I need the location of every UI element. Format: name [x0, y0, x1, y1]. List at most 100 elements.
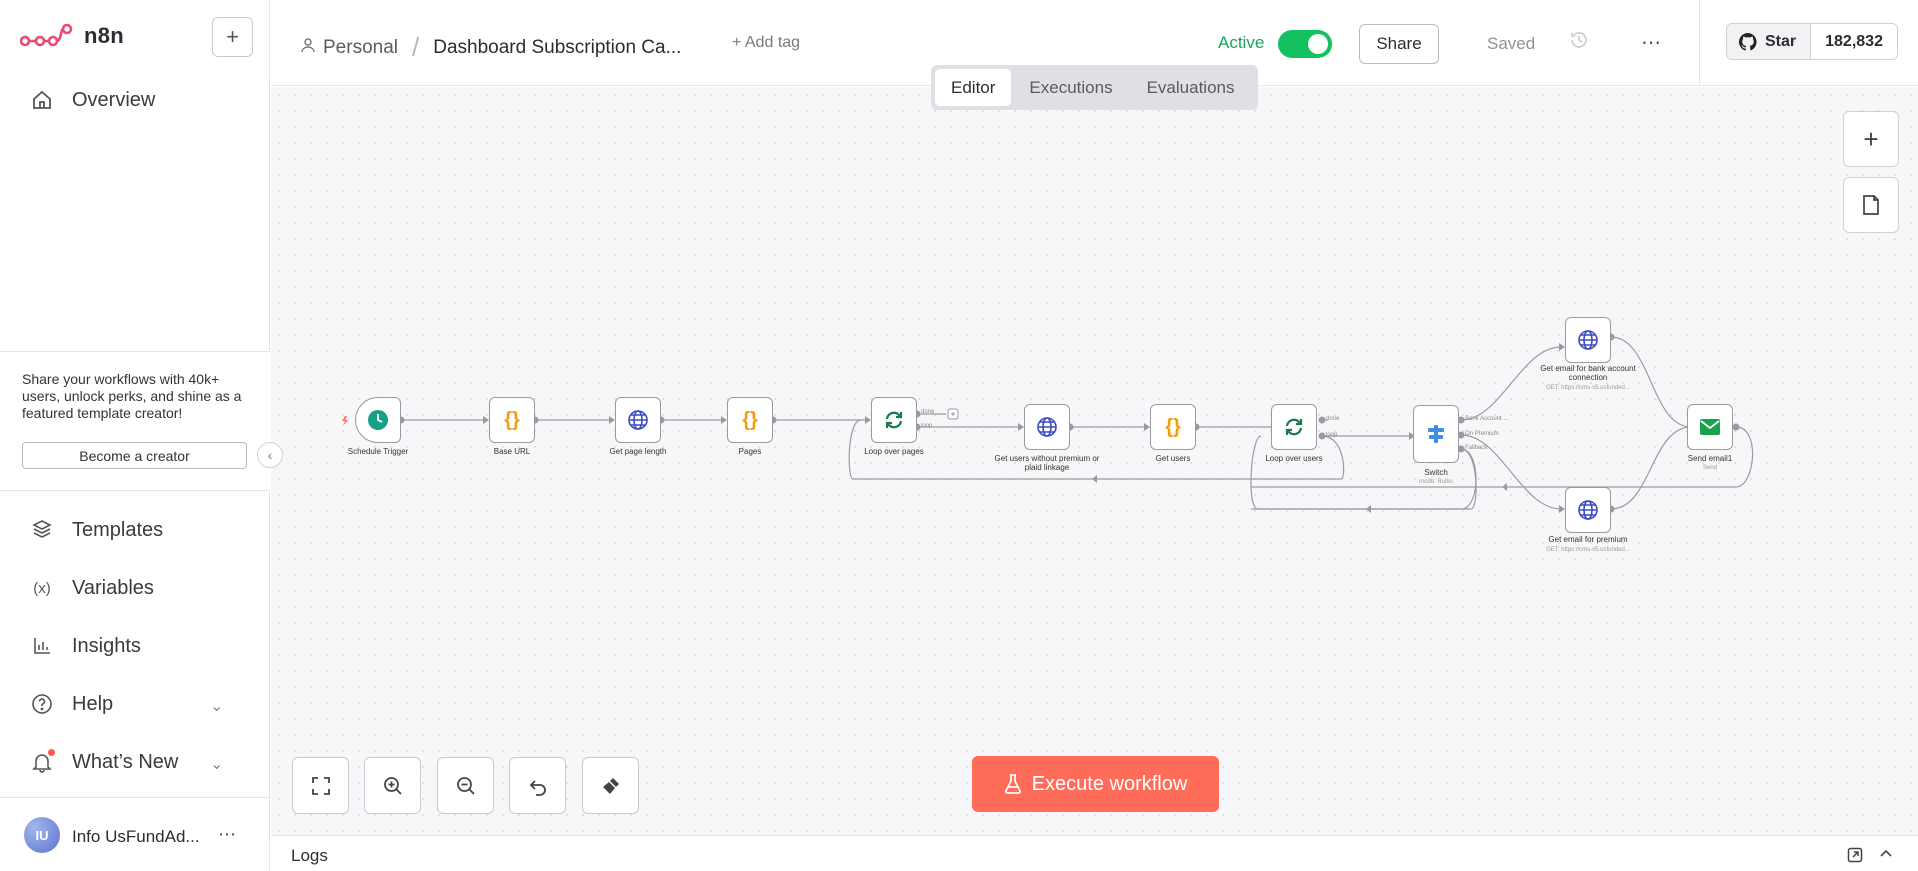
- saved-status: Saved: [1487, 34, 1536, 53]
- undo-button[interactable]: [509, 757, 566, 814]
- sidebar-item-label: Insights: [72, 634, 141, 657]
- port-label: done: [1326, 416, 1340, 422]
- clock-icon: [368, 410, 388, 430]
- port-label: loop: [921, 423, 933, 429]
- node-get-email-premium[interactable]: [1565, 487, 1611, 533]
- port-label: Bank Account ...: [1465, 416, 1509, 422]
- templates-icon: [28, 516, 56, 544]
- node-label: Get users: [1155, 454, 1191, 463]
- tab-evaluations[interactable]: Evaluations: [1131, 69, 1251, 106]
- sidebar: n8n + Overview Share your workflows with…: [0, 0, 283, 871]
- chevron-up-icon[interactable]: [1879, 847, 1893, 864]
- sidebar-item-help[interactable]: Help: [28, 690, 113, 718]
- chevron-down-icon[interactable]: ⌄: [210, 754, 223, 774]
- tidy-up-button[interactable]: [582, 757, 639, 814]
- sidebar-item-variables[interactable]: (x) Variables: [28, 574, 154, 602]
- sidebar-item-label: What’s New: [72, 750, 179, 773]
- workflow-title[interactable]: Dashboard Subscription Ca...: [433, 37, 681, 59]
- node-label: Pages: [738, 447, 762, 456]
- project-link[interactable]: Personal: [323, 37, 398, 59]
- pop-out-icon[interactable]: [1847, 847, 1863, 866]
- flask-icon: [1004, 774, 1021, 794]
- node-loop-over-pages[interactable]: [871, 397, 917, 443]
- chevron-left-icon: ‹: [267, 447, 273, 463]
- more-options-icon[interactable]: ⋯: [1641, 30, 1662, 55]
- node-base-url[interactable]: {}: [489, 397, 535, 443]
- more-icon[interactable]: ⋯: [218, 824, 237, 845]
- add-sticky-note-button[interactable]: [1843, 177, 1899, 233]
- brand-name: n8n: [84, 23, 125, 48]
- plus-icon: +: [1863, 123, 1879, 154]
- bell-icon: [28, 748, 56, 776]
- zoom-in-icon: [383, 776, 402, 795]
- logs-label: Logs: [291, 846, 328, 865]
- node-label: Get users without premium or plaid linka…: [994, 454, 1100, 472]
- fit-view-button[interactable]: [292, 757, 349, 814]
- port-label: On Premium: [1465, 431, 1499, 437]
- github-star-button[interactable]: Star 182,832: [1726, 23, 1898, 60]
- code-braces-icon: {}: [504, 408, 520, 431]
- collapse-sidebar-button[interactable]: ‹: [257, 442, 283, 468]
- zoom-out-icon: [456, 776, 475, 795]
- node-subtitle: GET: https://cms-v5.usfunded...: [1546, 547, 1630, 553]
- tab-editor[interactable]: Editor: [935, 69, 1012, 106]
- tab-executions[interactable]: Executions: [1013, 69, 1128, 106]
- create-new-button[interactable]: +: [212, 17, 253, 57]
- creator-promo: Share your workflows with 40k+ users, un…: [0, 351, 270, 491]
- node-label: Base URL: [493, 447, 531, 456]
- sidebar-item-overview[interactable]: Overview: [28, 86, 155, 114]
- star-count: 182,832: [1811, 24, 1897, 59]
- node-label: Schedule Trigger: [347, 447, 409, 456]
- sidebar-item-label: Templates: [72, 518, 164, 541]
- home-icon: [28, 86, 56, 114]
- promo-text: Share your workflows with 40k+ users, un…: [22, 371, 242, 421]
- globe-icon: [1037, 417, 1057, 437]
- node-get-page-length[interactable]: [615, 397, 661, 443]
- node-send-email[interactable]: [1687, 404, 1733, 450]
- become-creator-button[interactable]: Become a creator: [22, 442, 247, 469]
- sidebar-item-whats-new[interactable]: What’s New: [28, 748, 178, 776]
- execute-workflow-button[interactable]: Execute workflow: [972, 756, 1219, 812]
- execute-label: Execute workflow: [1031, 772, 1188, 795]
- node-label: Get page length: [609, 447, 667, 456]
- zoom-out-button[interactable]: [437, 757, 494, 814]
- sidebar-item-label: Help: [72, 692, 114, 715]
- workflow-canvas[interactable]: Schedule Trigger {} Base URL Get page le…: [271, 87, 1918, 835]
- node-get-email-bank[interactable]: [1565, 317, 1611, 363]
- active-toggle[interactable]: [1278, 30, 1332, 58]
- node-loop-over-users[interactable]: [1271, 404, 1317, 450]
- loop-icon: [885, 411, 903, 429]
- node-label: Loop over users: [1265, 454, 1323, 463]
- node-switch[interactable]: [1413, 405, 1459, 463]
- undo-icon: [529, 779, 546, 796]
- node-schedule-trigger[interactable]: [355, 397, 401, 443]
- header-divider: [1699, 0, 1700, 86]
- n8n-logo-icon: [20, 23, 73, 47]
- node-get-users-without-premium[interactable]: [1024, 404, 1070, 450]
- broom-icon: [602, 777, 619, 794]
- node-get-users[interactable]: {}: [1150, 404, 1196, 450]
- node-pages[interactable]: {}: [727, 397, 773, 443]
- github-icon: [1739, 32, 1757, 51]
- sidebar-item-label: Variables: [72, 576, 154, 599]
- zoom-in-button[interactable]: [364, 757, 421, 814]
- history-icon[interactable]: [1570, 31, 1588, 54]
- chevron-down-icon[interactable]: ⌄: [210, 696, 223, 716]
- code-braces-icon: {}: [742, 408, 758, 431]
- user-menu[interactable]: IU Info UsFundAd... ⋯: [0, 797, 270, 871]
- sidebar-item-templates[interactable]: Templates: [28, 516, 163, 544]
- help-icon: [28, 690, 56, 718]
- add-node-button[interactable]: +: [1843, 111, 1899, 167]
- add-tag-button[interactable]: + Add tag: [732, 34, 800, 52]
- globe-icon: [628, 410, 648, 430]
- share-button[interactable]: Share: [1359, 24, 1439, 64]
- user-name: Info UsFundAd...: [72, 827, 200, 846]
- logs-panel[interactable]: Logs: [271, 835, 1918, 871]
- star-label: Star: [1765, 32, 1797, 50]
- view-tabs: Editor Executions Evaluations: [931, 65, 1258, 110]
- port-label: done: [921, 409, 935, 415]
- brand-logo[interactable]: n8n: [20, 22, 124, 50]
- sidebar-item-insights[interactable]: Insights: [28, 632, 141, 660]
- node-subtitle: Send: [1702, 465, 1717, 471]
- avatar[interactable]: IU: [24, 817, 60, 853]
